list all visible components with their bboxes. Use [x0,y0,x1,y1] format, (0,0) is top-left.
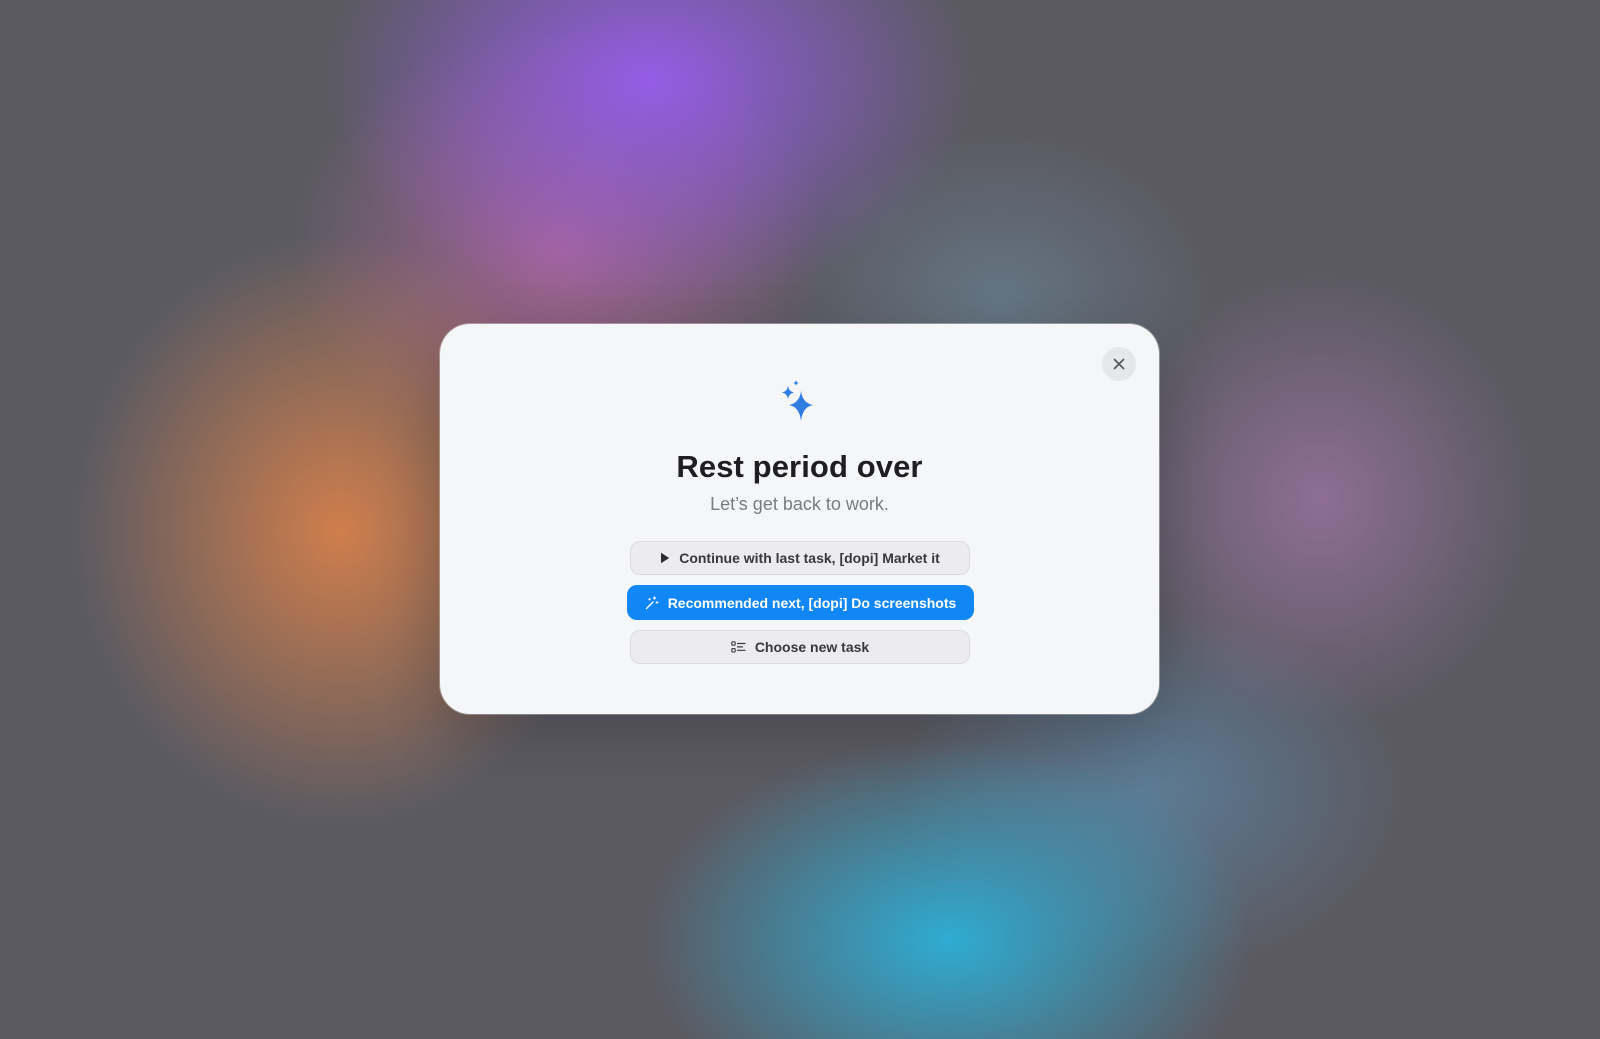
dialog-subtitle: Let’s get back to work. [710,494,889,514]
checklist-icon [731,641,746,653]
close-button[interactable] [1102,347,1136,381]
close-icon [1113,358,1125,370]
recommended-next-button[interactable]: Recommended next, [dopi] Do screenshots [627,585,974,620]
play-icon [660,552,670,564]
dialog-title: Rest period over [676,449,923,484]
recommended-next-label: Recommended next, [dopi] Do screenshots [667,594,957,611]
rest-over-dialog: Rest period over Let’s get back to work.… [440,324,1159,714]
choose-new-task-label: Choose new task [754,639,870,655]
choose-new-task-button[interactable]: Choose new task [630,630,970,664]
continue-last-task-button[interactable]: Continue with last task, [dopi] Market i… [630,541,970,575]
continue-last-task-label: Continue with last task, [dopi] Market i… [679,550,940,566]
magic-wand-icon [645,595,659,610]
sparkles-icon [782,380,813,421]
